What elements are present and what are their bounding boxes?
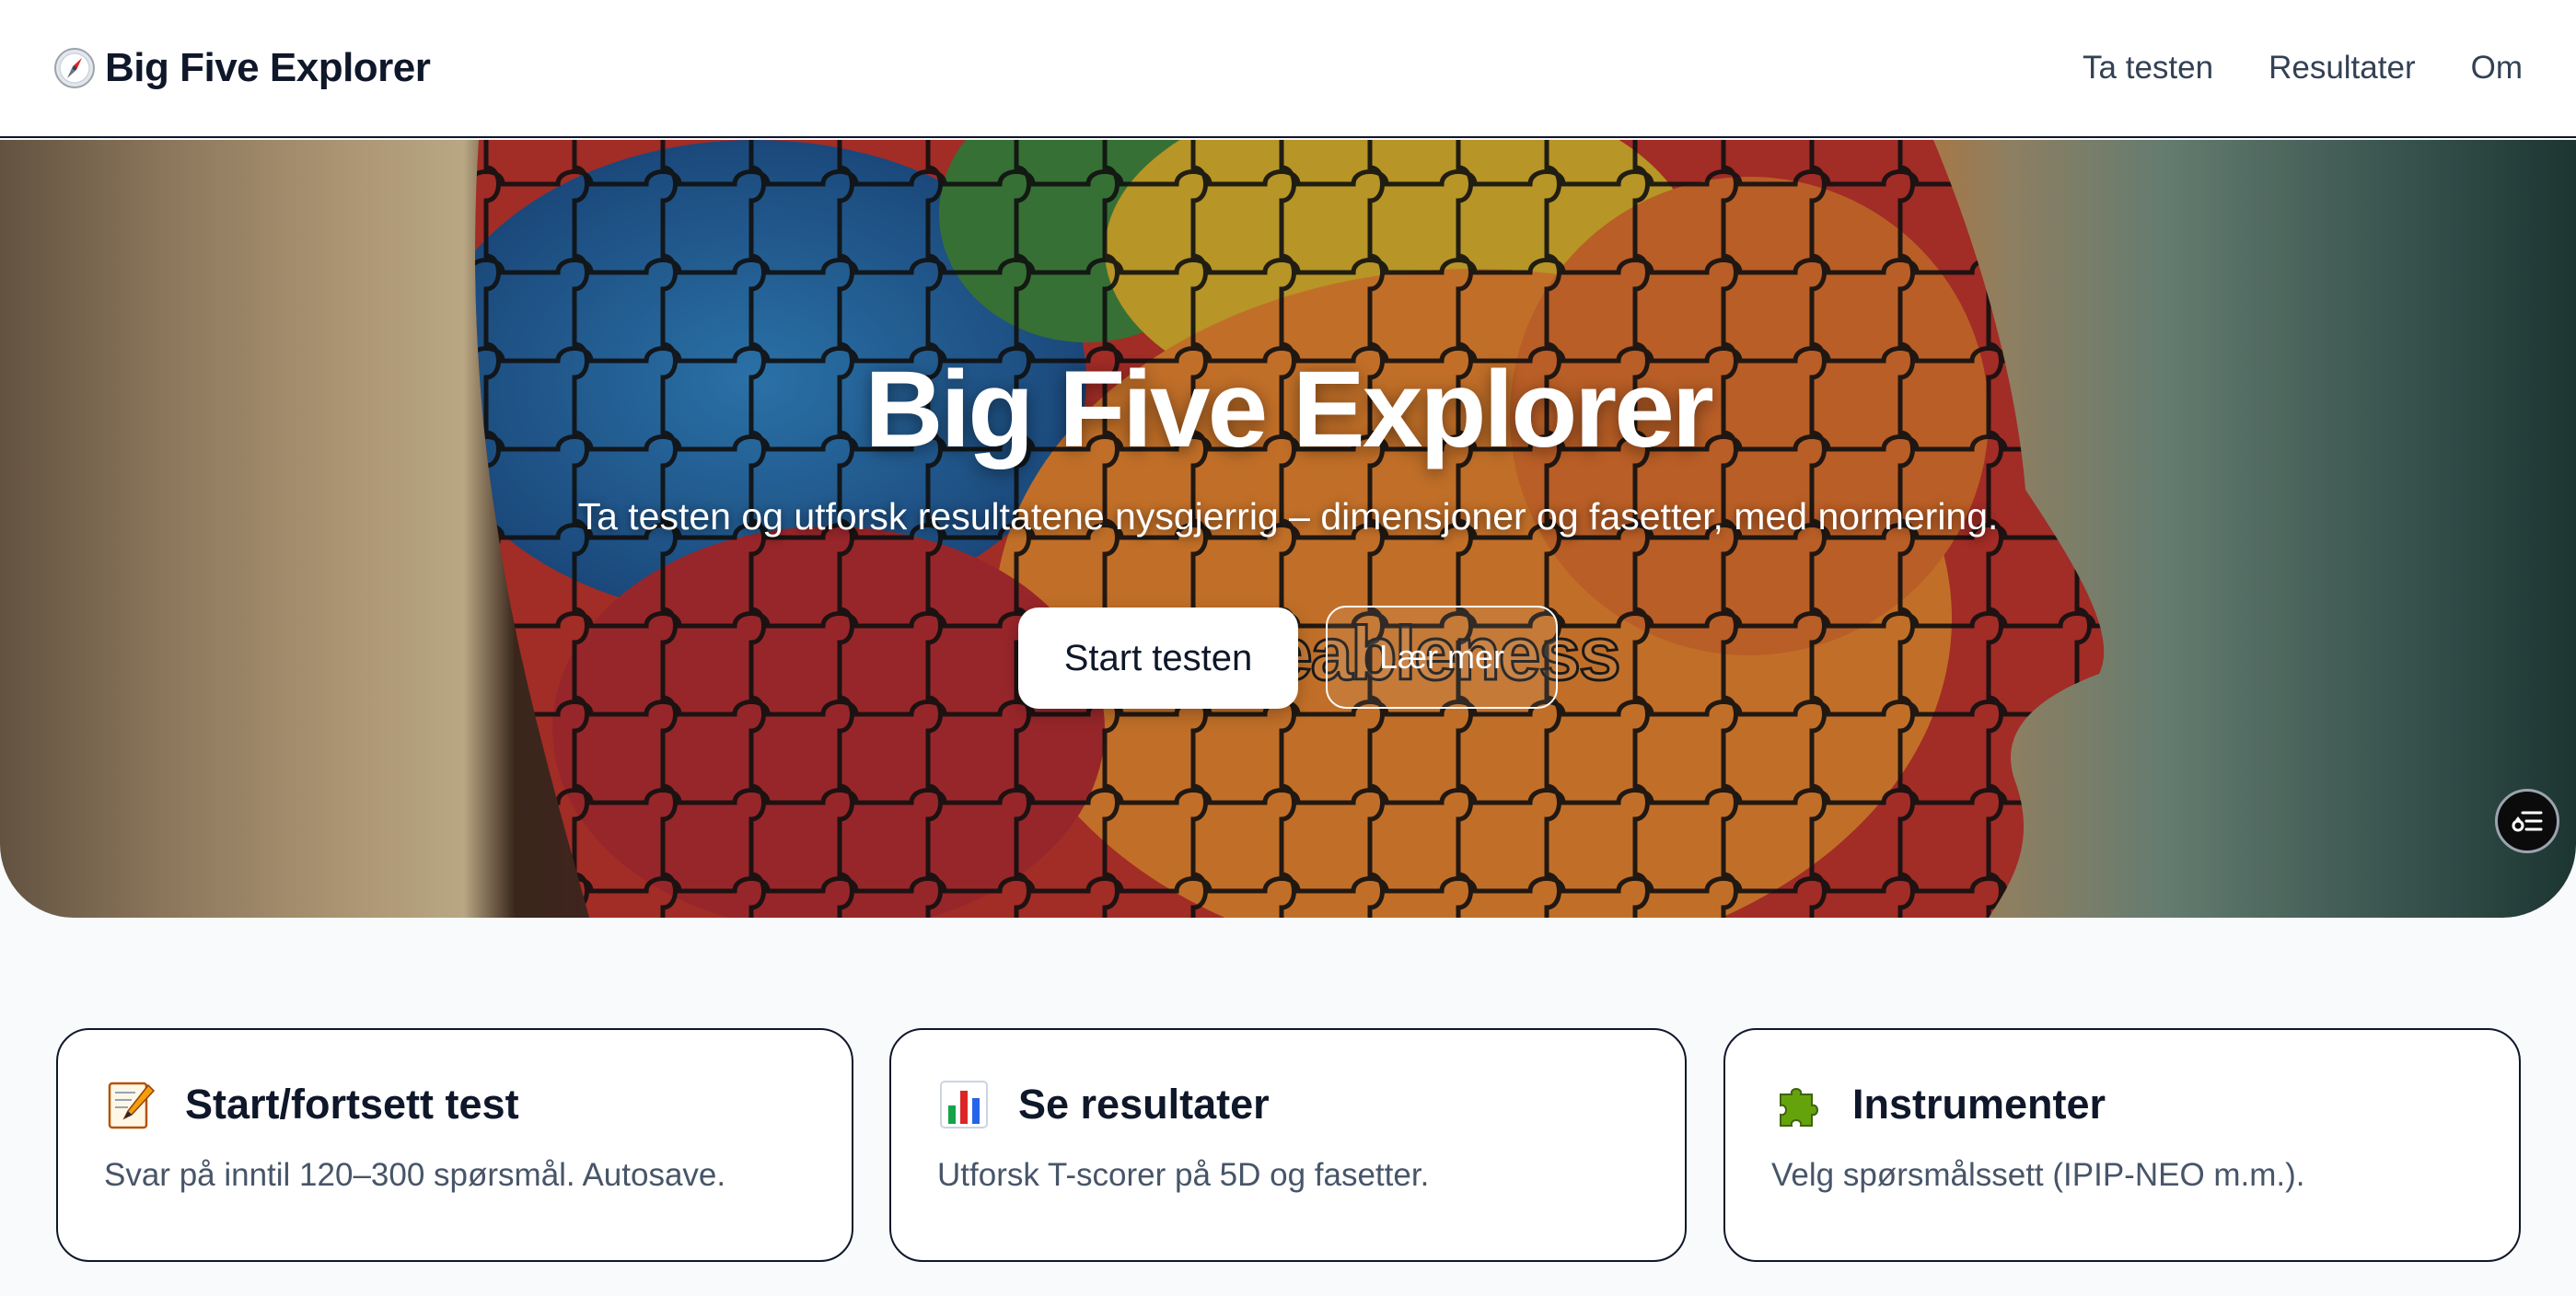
start-test-button[interactable]: Start testen [1018,608,1298,709]
card-instruments[interactable]: Instrumenter Velg spørsmålssett (IPIP-NE… [1723,1028,2521,1262]
memo-pencil-icon [108,1082,156,1129]
hero-subtitle: Ta testen og utforsk resultatene nysgjer… [577,495,1999,538]
card-description: Velg spørsmålssett (IPIP-NEO m.m.). [1771,1157,2305,1193]
nav-about[interactable]: Om [2471,50,2523,87]
learn-more-button[interactable]: Lær mer [1326,606,1558,709]
brand-home-link[interactable]: Big Five Explorer [53,45,431,91]
card-description: Utforsk T-scorer på 5D og fasetter. [937,1157,1430,1193]
card-title: Se resultater [1018,1081,1270,1128]
hero-banner: eableness Big Five Explorer Ta testen og… [0,140,2576,918]
hero-title: Big Five Explorer [864,349,1714,470]
brand-name: Big Five Explorer [105,45,431,90]
filter-list-icon [2512,811,2543,832]
main-nav: Ta testen Resultater Om [2083,50,2523,87]
card-header: Se resultater [937,1078,1639,1131]
nav-results[interactable]: Resultater [2269,50,2416,87]
card-title: Start/fortsett test [185,1081,519,1128]
card-start-test[interactable]: Start/fortsett test Svar på inntil 120–3… [56,1028,853,1262]
floating-settings-button[interactable] [2495,789,2559,853]
top-navigation-bar: Big Five Explorer Ta testen Resultater O… [0,0,2576,138]
compass-icon [54,48,95,88]
card-header: Instrumenter [1771,1078,2473,1131]
card-title: Instrumenter [1852,1081,2106,1128]
puzzle-piece-icon [1780,1088,1818,1127]
bar-chart-icon [940,1081,988,1128]
card-header: Start/fortsett test [104,1078,806,1131]
nav-take-test[interactable]: Ta testen [2083,50,2213,87]
card-see-results[interactable]: Se resultater Utforsk T-scorer på 5D og … [889,1028,1687,1262]
card-description: Svar på inntil 120–300 spørsmål. Autosav… [104,1157,726,1193]
